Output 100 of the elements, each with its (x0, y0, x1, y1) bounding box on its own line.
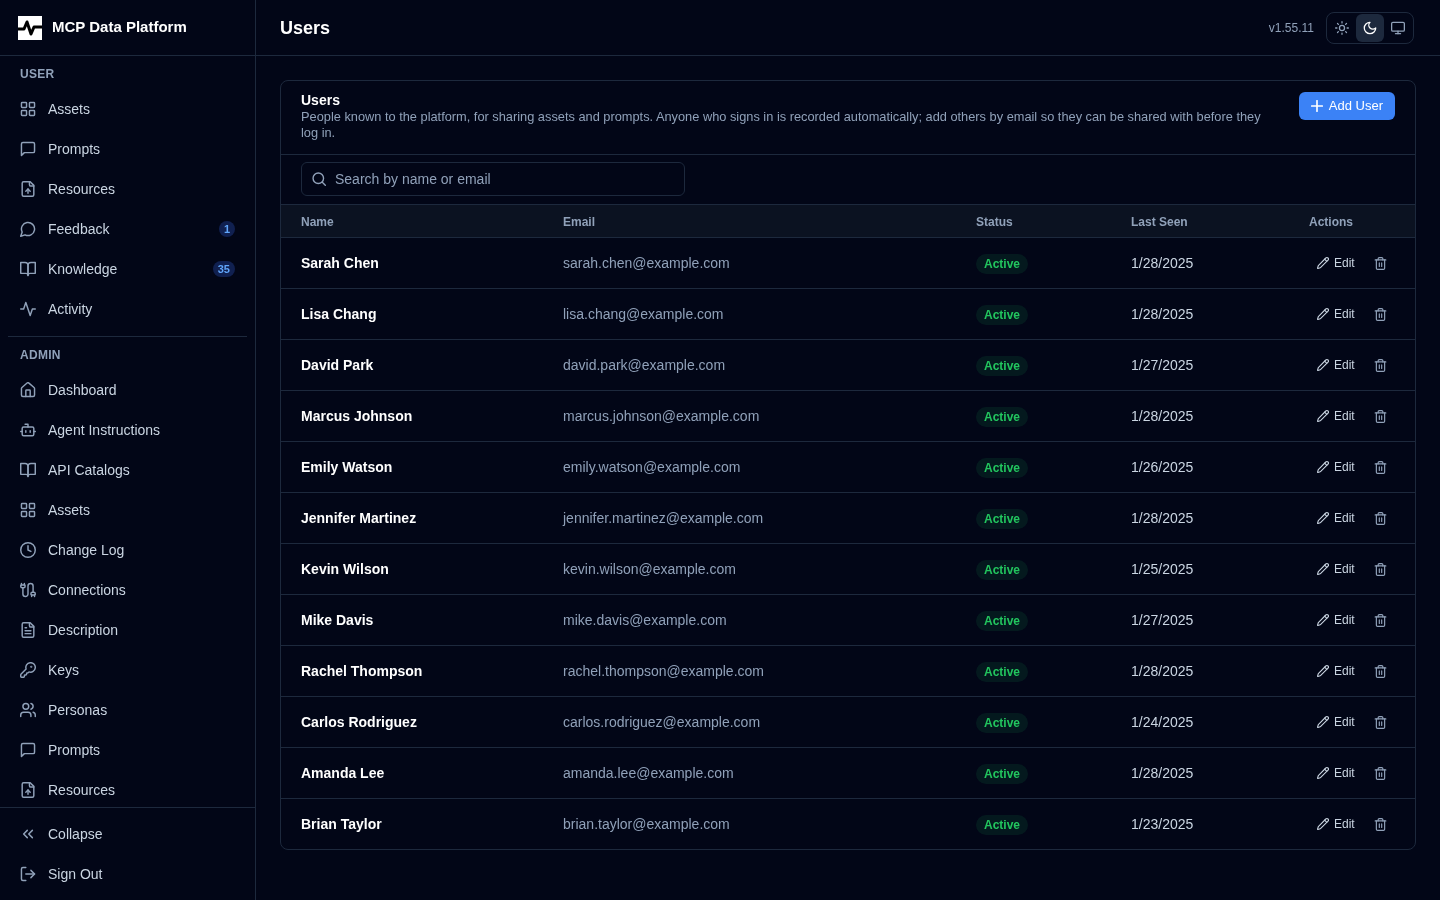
document-icon (20, 622, 36, 638)
sidebar-link[interactable]: Feedback 1 (8, 209, 247, 249)
sidebar-link[interactable]: Connections (8, 570, 247, 610)
clock-icon (20, 542, 36, 558)
user-name: Carlos Rodriguez (301, 714, 417, 730)
add-user-button[interactable]: Add User (1298, 92, 1395, 120)
edit-button[interactable]: Edit (1309, 504, 1363, 532)
pulse-logo-icon (18, 15, 42, 40)
status-badge: Active (976, 713, 1029, 733)
user-email: jennifer.martinez@example.com (563, 510, 764, 526)
sidebar-link[interactable]: Resources (8, 169, 247, 209)
user-name: Lisa Chang (301, 306, 377, 322)
last-seen-date: 1/28/2025 (1131, 255, 1194, 271)
search-field[interactable]: Search by name or email (301, 162, 685, 196)
column-header: Email (563, 215, 595, 229)
edit-button[interactable]: Edit (1309, 453, 1363, 481)
edit-button[interactable]: Edit (1309, 300, 1363, 328)
page-title: Users (280, 16, 331, 40)
pencil-icon (1317, 410, 1329, 422)
last-seen-date: 1/27/2025 (1131, 612, 1194, 628)
pulse-icon (20, 301, 36, 317)
sidebar-link[interactable]: Change Log (8, 530, 247, 570)
trash-icon (1374, 613, 1388, 627)
user-name: Jennifer Martinez (301, 510, 417, 526)
edit-button[interactable]: Edit (1309, 555, 1363, 583)
sidebar-link[interactable]: Assets (8, 89, 247, 129)
sidebar-link[interactable]: Prompts (8, 129, 247, 169)
section-heading: ADMIN (19, 347, 62, 363)
user-name: Amanda Lee (301, 765, 385, 781)
trash-icon (1374, 817, 1388, 831)
last-seen-date: 1/23/2025 (1131, 816, 1194, 832)
status-badge: Active (976, 254, 1029, 274)
user-email: amanda.lee@example.com (563, 765, 734, 781)
version-label: v1.55.11 (1268, 19, 1314, 36)
trash-icon (1374, 511, 1388, 525)
edit-button[interactable]: Edit (1309, 708, 1363, 736)
open-book-icon (20, 261, 36, 277)
edit-button[interactable]: Edit (1309, 351, 1363, 379)
monitor-icon (1391, 20, 1405, 35)
pencil-icon (1317, 257, 1329, 269)
house-icon (20, 382, 36, 398)
sidebar-link[interactable]: Activity (8, 289, 247, 329)
trash-icon (1374, 409, 1388, 423)
collapse-button[interactable]: Collapse (8, 814, 247, 854)
user-email: emily.watson@example.com (563, 459, 741, 475)
file-arrow-icon (20, 782, 36, 798)
sidebar-link[interactable]: Keys (8, 650, 247, 690)
brand-name: MCP Data Platform (52, 17, 187, 38)
trash-icon (1374, 358, 1388, 372)
sign-out-icon (20, 866, 36, 882)
sidebar-link[interactable]: Prompts (8, 730, 247, 770)
sidebar-link[interactable]: Description (8, 610, 247, 650)
card-title: Users (301, 91, 341, 109)
trash-icon (1374, 256, 1388, 270)
user-name: Rachel Thompson (301, 663, 423, 679)
grid-icon (20, 502, 36, 518)
pencil-icon (1317, 767, 1329, 779)
pencil-icon (1317, 512, 1329, 524)
trash-icon (1374, 460, 1388, 474)
sidebar-link[interactable]: Assets (8, 490, 247, 530)
edit-button[interactable]: Edit (1309, 606, 1363, 634)
last-seen-date: 1/24/2025 (1131, 714, 1194, 730)
user-email: david.park@example.com (563, 357, 726, 373)
sign-out-button[interactable]: Sign Out (8, 854, 247, 894)
pencil-icon (1317, 359, 1329, 371)
moon-icon (1363, 20, 1377, 35)
status-badge: Active (976, 560, 1029, 580)
edit-button[interactable]: Edit (1309, 759, 1363, 787)
last-seen-date: 1/28/2025 (1131, 306, 1194, 322)
cable-icon (20, 582, 36, 598)
sidebar-link[interactable]: API Catalogs (8, 450, 247, 490)
plus-icon (1310, 100, 1323, 112)
edit-button[interactable]: Edit (1309, 249, 1363, 277)
trash-icon (1374, 562, 1388, 576)
card-description: People known to the platform, for sharing assets and prompts. Anyone who signs in is recorded automatically; add others by email so they can be shared with before they log in. (301, 109, 1262, 141)
edit-button[interactable]: Edit (1309, 810, 1363, 838)
pencil-icon (1317, 614, 1329, 626)
status-badge: Active (976, 764, 1029, 784)
status-badge: Active (976, 509, 1029, 529)
user-email: brian.taylor@example.com (563, 816, 730, 832)
trash-icon (1374, 307, 1388, 321)
search-icon (312, 172, 326, 186)
sidebar-link[interactable]: Agent Instructions (8, 410, 247, 450)
status-badge: Active (976, 815, 1029, 835)
status-badge: Active (976, 662, 1029, 682)
theme-button[interactable] (1356, 13, 1384, 42)
sidebar-link[interactable]: Resources (8, 770, 247, 807)
edit-button[interactable]: Edit (1309, 402, 1363, 430)
pencil-icon (1317, 563, 1329, 575)
user-name: Sarah Chen (301, 255, 379, 271)
last-seen-date: 1/28/2025 (1131, 510, 1194, 526)
status-badge: Active (976, 305, 1029, 325)
grid-icon (20, 101, 36, 117)
user-email: marcus.johnson@example.com (563, 408, 760, 424)
key-icon (20, 662, 36, 678)
sidebar-link[interactable]: Dashboard (8, 370, 247, 410)
sidebar-link[interactable]: Knowledge 35 (8, 249, 247, 289)
edit-button[interactable]: Edit (1309, 657, 1363, 685)
user-email: mike.davis@example.com (563, 612, 727, 628)
sidebar-link[interactable]: Personas (8, 690, 247, 730)
